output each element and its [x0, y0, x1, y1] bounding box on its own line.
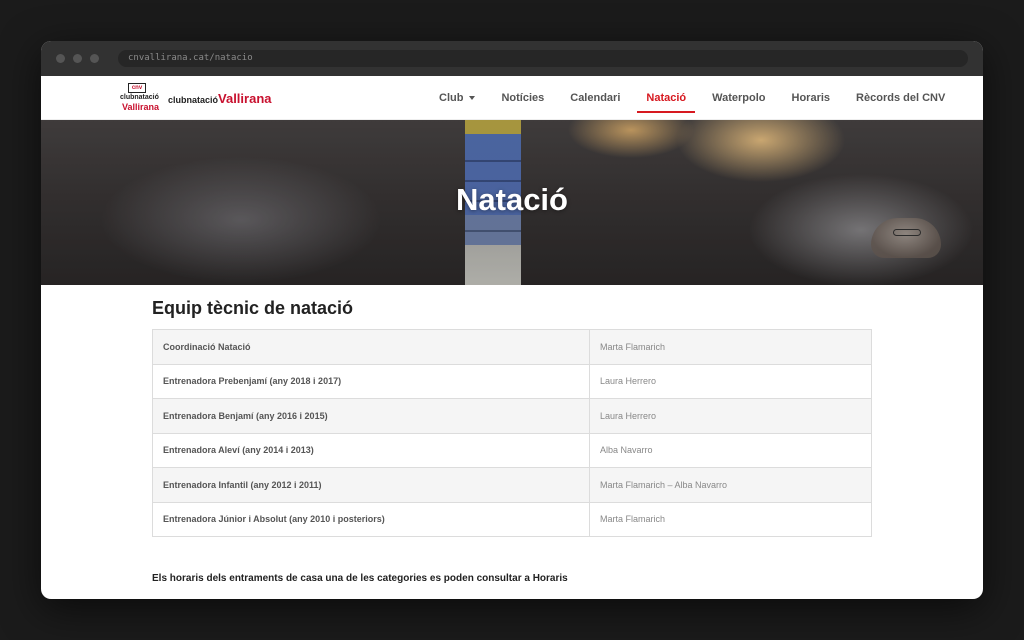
table-cell-role: Coordinació Natació	[152, 329, 590, 365]
table-cell-role: Entrenadora Benjamí (any 2016 i 2015)	[152, 398, 590, 434]
nav-item-club[interactable]: Club	[426, 76, 488, 120]
logo-wordmark: clubnatacióVallirana	[168, 90, 272, 108]
nav-item-waterpolo[interactable]: Waterpolo	[699, 76, 778, 120]
table-cell-name: Marta Flamarich	[589, 501, 872, 537]
logo-mark-line1: clubnatació	[120, 94, 159, 101]
minimize-window-button[interactable]	[73, 54, 82, 63]
table-cell-name: Marta Flamarich – Alba Navarro	[589, 467, 872, 503]
nav-item-label: Calendari	[570, 92, 621, 104]
nav-item-label: Notícies	[501, 92, 545, 104]
site-logo[interactable]: cnv clubnatació Vallirana clubnatacióVal…	[120, 83, 272, 113]
main-nav: Club Notícies Calendari Natació Waterpol…	[426, 76, 958, 120]
nav-item-label: Rècords del CNV	[856, 92, 946, 104]
nav-item-label: Natació	[646, 92, 687, 104]
table-row: Entrenadora Infantil (any 2012 i 2011) M…	[152, 467, 872, 503]
table-row: Entrenadora Júnior i Absolut (any 2010 i…	[152, 501, 872, 537]
page-title: Natació	[456, 182, 568, 217]
schedule-note: Els horaris dels entraments de casa una …	[152, 573, 568, 584]
table-cell-role: Entrenadora Júnior i Absolut (any 2010 i…	[152, 501, 590, 537]
table-cell-name: Laura Herrero	[589, 398, 872, 434]
logo-text-name: Vallirana	[218, 91, 272, 106]
logo-mark-top: cnv	[128, 83, 146, 93]
table-row: Entrenadora Prebenjamí (any 2018 i 2017)…	[152, 363, 872, 399]
table-row: Coordinació Natació Marta Flamarich	[152, 329, 872, 365]
browser-window: cnvallirana.cat/natacio cnv clubnatació …	[41, 41, 983, 599]
table-cell-role: Entrenadora Aleví (any 2014 i 2013)	[152, 432, 590, 468]
nav-item-records[interactable]: Rècords del CNV	[843, 76, 958, 120]
table-cell-name: Marta Flamarich	[589, 329, 872, 365]
site-header: cnv clubnatació Vallirana clubnatacióVal…	[41, 76, 983, 120]
browser-chrome: cnvallirana.cat/natacio	[41, 41, 983, 76]
close-window-button[interactable]	[56, 54, 65, 63]
staff-table: Coordinació Natació Marta Flamarich Entr…	[152, 329, 872, 537]
section-title: Equip tècnic de natació	[152, 298, 354, 318]
hero-banner: Natació	[41, 120, 983, 285]
logo-mark-line2: Vallirana	[122, 102, 160, 112]
maximize-window-button[interactable]	[90, 54, 99, 63]
logo-text-prefix: clubnatació	[168, 95, 219, 105]
main-content: Equip tècnic de natació Coordinació Nata…	[41, 298, 983, 584]
nav-item-label: Waterpolo	[712, 92, 766, 104]
table-row: Entrenadora Aleví (any 2014 i 2013) Alba…	[152, 432, 872, 468]
table-row: Entrenadora Benjamí (any 2016 i 2015) La…	[152, 398, 872, 434]
nav-item-calendari[interactable]: Calendari	[557, 76, 633, 120]
table-cell-name: Laura Herrero	[589, 363, 872, 399]
nav-item-natacio[interactable]: Natació	[633, 76, 699, 120]
nav-item-horaris[interactable]: Horaris	[779, 76, 844, 120]
nav-item-label: Club	[439, 92, 464, 104]
nav-item-label: Horaris	[791, 92, 831, 104]
window-controls	[56, 54, 99, 63]
nav-item-noticies[interactable]: Notícies	[488, 76, 557, 120]
address-bar[interactable]: cnvallirana.cat/natacio	[118, 50, 968, 67]
table-cell-name: Alba Navarro	[589, 432, 872, 468]
chevron-down-icon	[469, 96, 476, 101]
table-cell-role: Entrenadora Infantil (any 2012 i 2011)	[152, 467, 590, 503]
logo-mark: cnv clubnatació Vallirana	[120, 83, 160, 113]
table-cell-role: Entrenadora Prebenjamí (any 2018 i 2017)	[152, 363, 590, 399]
